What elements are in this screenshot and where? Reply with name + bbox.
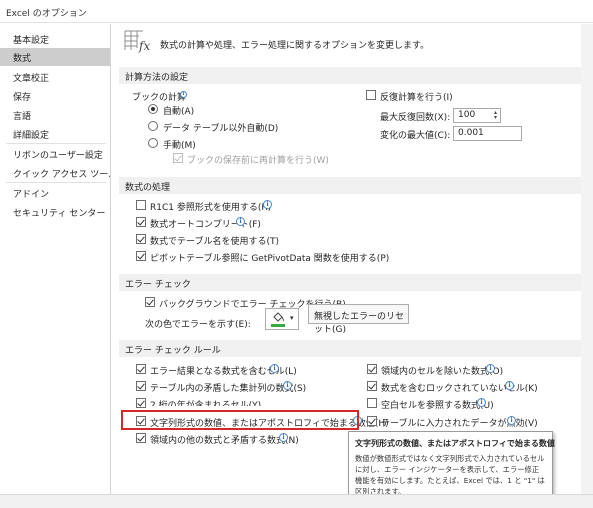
svg-text:fx: fx [138,39,150,53]
sidebar-item-trust-center[interactable]: セキュリティ センター [0,203,110,221]
info-icon: i [486,364,495,373]
max-iterations-label: 最大反復回数(X): [380,113,451,123]
info-icon: i [270,364,279,373]
sidebar-item-formulas[interactable]: 数式 [0,48,110,66]
formula-section-header: 数式の処理 [119,177,593,194]
vertical-scrollbar[interactable] [581,24,593,494]
r1c1-label: R1C1 参照形式を使用する(R) [150,203,272,213]
calc-auto-except-tables-radio[interactable] [148,121,158,131]
calc-section-header: 計算方法の設定 [119,67,593,84]
calc-manual-label: 手動(M) [163,141,196,151]
rules-section-header: エラー チェック ルール [119,340,593,357]
rule-omits-cells-checkbox[interactable] [367,364,377,374]
sidebar-item-customize-ribbon[interactable]: リボンのユーザー設定 [0,145,110,163]
error-color-label: 次の色でエラーを示す(E): [145,320,251,330]
color-swatch [271,324,285,327]
max-change-label: 変化の最大値(C): [380,131,451,141]
rule-inconsistent-calc-column-checkbox[interactable] [136,381,146,391]
spin-arrows-icon[interactable]: ▴ ▾ [494,110,497,121]
recalc-before-save-label: ブックの保存前に再計算を行う(W) [187,156,329,166]
rule-unlocked-cells-label: 数式を含むロックされていないセル(K) [381,384,538,394]
rule-error-result-checkbox[interactable] [136,364,146,374]
table-names-checkbox[interactable] [136,234,146,244]
sidebar-item-save[interactable]: 保存 [0,87,110,105]
reset-ignored-errors-button[interactable]: 無視したエラーのリセット(G) [308,304,409,335]
getpivotdata-label: ピボットテーブル参照に GetPivotData 関数を使用する(P) [150,254,390,264]
calc-auto-label: 自動(A) [163,107,195,117]
error-color-picker[interactable]: ▾ [265,308,299,330]
rule-empty-cells-checkbox[interactable] [367,398,377,408]
sidebar-item-quick-access[interactable]: クイック アクセス ツール バー [0,164,110,182]
sidebar-divider [6,143,106,144]
calc-auto-except-tables-label: データ テーブル以外自動(D) [163,124,279,134]
autocomplete-checkbox[interactable] [136,217,146,227]
sidebar-item-general[interactable]: 基本設定 [0,30,110,48]
getpivotdata-checkbox[interactable] [136,251,146,261]
tooltip-title: 文字列形式の数値、またはアポストロフィで始まる数値 [355,439,555,448]
info-icon: i [507,416,516,425]
iterative-calc-checkbox[interactable] [366,90,376,100]
iterative-calc-label: 反復計算を行う(I) [380,93,453,103]
info-icon: i [283,381,292,390]
sidebar-item-advanced[interactable]: 詳細設定 [0,125,110,143]
info-icon: i [236,217,245,226]
error-check-section-header: エラー チェック [119,274,593,291]
rule-inconsistent-formula-checkbox[interactable] [136,433,146,443]
highlight-box [121,410,359,430]
dropdown-arrow-icon: ▾ [290,314,294,322]
background-error-check-checkbox[interactable] [145,297,155,307]
sidebar-item-language[interactable]: 言語 [0,106,110,124]
rule-invalid-table-data-checkbox[interactable] [367,416,377,426]
max-change-input[interactable]: 0.001 [453,126,522,141]
info-icon: i [505,381,514,390]
rule-unlocked-cells-checkbox[interactable] [367,381,377,391]
rule-inconsistent-formula-label: 領域内の他の数式と矛盾する数式(N) [150,436,299,446]
tooltip-body: 数値が数値形式ではなく文字列形式で入力されているセルに対し、エラー インジケータ… [355,454,545,496]
info-icon: i [279,433,288,442]
workbook-calc-label: ブックの計算 [132,93,187,103]
recalc-before-save-checkbox[interactable] [173,153,183,163]
info-icon: i [263,200,272,209]
table-names-label: 数式でテーブル名を使用する(T) [150,237,279,247]
calc-auto-radio[interactable] [148,104,158,114]
info-icon: i [477,398,486,407]
rule-two-digit-year-checkbox[interactable] [136,398,146,408]
info-icon: i [180,91,187,98]
page-description: 数式の計算や処理、エラー処理に関するオプションを変更します。 [160,41,430,51]
fx-icon: fx [123,28,153,54]
sidebar-divider [6,182,106,183]
window-title: Excel のオプション [0,0,593,23]
sidebar-item-proofing[interactable]: 文章校正 [0,68,110,86]
sidebar-item-addins[interactable]: アドイン [0,184,110,202]
options-sidebar: 基本設定 数式 文章校正 保存 言語 詳細設定 リボンのユーザー設定 クイック … [0,24,111,508]
dialog-footer [0,494,593,508]
rule-omits-cells-label: 領域内のセルを除いた数式(O) [381,367,504,377]
calc-manual-radio[interactable] [148,138,158,148]
rule-two-digit-year-label: 2 桁の年が含まれるセル(Y) [150,401,262,406]
r1c1-checkbox[interactable] [136,200,146,210]
